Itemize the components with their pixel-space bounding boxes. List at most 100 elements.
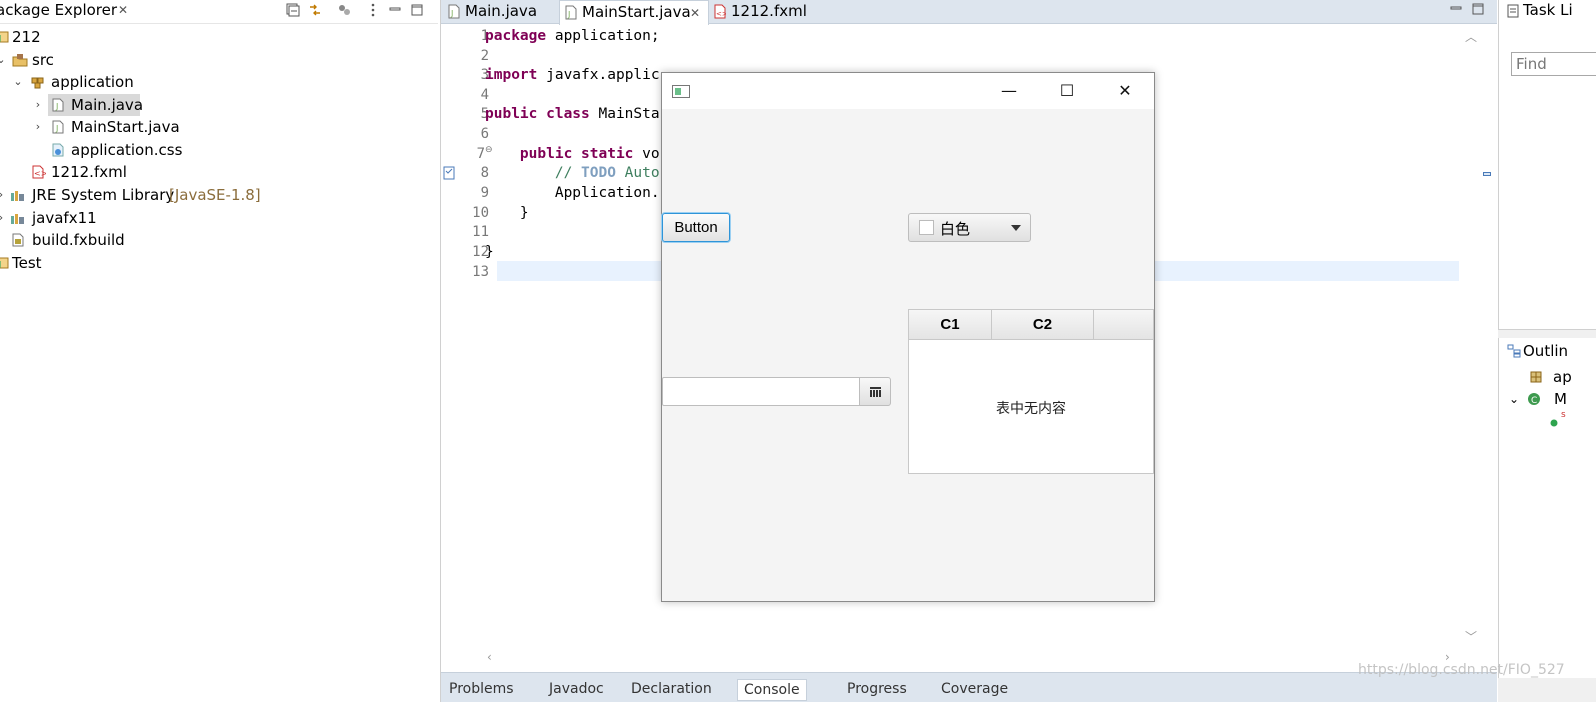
overview-marker[interactable] [1483,172,1491,176]
line-number: 5 [480,106,489,122]
task-marker-icon[interactable] [443,166,455,180]
vertical-scrollbar[interactable]: ︿ ﹀ [1461,24,1491,650]
line-number: 7 [476,146,485,162]
svg-text:<>: <> [716,10,726,18]
tab-console[interactable]: Console [737,679,807,701]
date-picker-input[interactable] [662,377,862,406]
code-line: public class MainSta [485,106,660,122]
svg-text:J: J [55,124,58,133]
tree-item-application-package[interactable]: ⌄ application [0,71,220,93]
tab-declaration[interactable]: Declaration [631,681,712,697]
scroll-up-icon[interactable]: ︿ [1465,28,1477,45]
package-icon [1530,371,1542,383]
chevron-down-icon[interactable]: ⌄ [12,71,24,93]
fx-button[interactable]: Button [662,213,730,242]
svg-text:J: J [55,102,58,111]
svg-text:J: J [0,260,1,269]
filter-icon[interactable] [338,3,352,17]
column-header-c1[interactable]: C1 [909,310,992,340]
java-file-icon: J [448,4,460,19]
close-icon[interactable]: ✕ [118,3,128,17]
app-icon [672,85,690,98]
scroll-down-icon[interactable]: ﹀ [1465,628,1477,645]
panel-title: Outlin [1523,342,1569,360]
tree-item-application-css[interactable]: application.css [0,139,200,161]
line-number: 2 [480,48,489,64]
svg-text:C: C [1531,396,1537,406]
tree-item-project-212[interactable]: J 212 [0,26,200,48]
task-list-panel: Task Li Find [1498,0,1596,330]
chevron-right-icon[interactable]: › [0,207,7,229]
method-icon [1550,419,1558,427]
color-swatch [919,220,934,235]
link-with-editor-icon[interactable] [308,3,322,17]
window-content: Button 白色 C1 C2 表中无内容 [662,109,1154,601]
maximize-icon[interactable] [1471,2,1485,16]
minimize-icon[interactable] [388,3,402,17]
maximize-button[interactable]: ☐ [1044,73,1090,109]
package-explorer-header: ackage Explorer ✕ [0,0,438,24]
tree-item-src[interactable]: ⌄ src [0,49,200,71]
line-number: 9 [480,185,489,201]
tree-item-build-fxbuild[interactable]: build.fxbuild [0,229,200,251]
outline-item-class[interactable]: M [1554,390,1567,408]
outline-item-method[interactable]: s [1561,410,1566,420]
minimize-icon[interactable] [1449,2,1463,16]
chevron-down-icon[interactable]: ⌄ [0,49,7,71]
code-line: package application; [485,28,660,44]
chevron-right-icon[interactable]: › [32,116,44,138]
tree-item-main-java[interactable]: › J Main.java [0,94,160,116]
chevron-down-icon[interactable]: ⌄ [1509,392,1519,406]
column-header-c2[interactable]: C2 [992,310,1094,340]
line-number: 12 [472,244,489,260]
collapse-all-icon[interactable] [286,3,300,17]
tab-coverage[interactable]: Coverage [941,681,1008,697]
outline-item-package[interactable]: ap [1553,368,1572,386]
scroll-left-icon[interactable]: ‹ [487,650,492,664]
table-header: C1 C2 [909,310,1153,340]
source-folder-icon [12,54,28,67]
window-title-bar[interactable]: — ☐ ✕ [662,73,1154,109]
java-file-icon: J [565,5,577,20]
horizontal-scrollbar[interactable]: ‹ › [485,650,1461,668]
color-picker[interactable]: 白色 [908,213,1031,242]
close-icon[interactable]: ✕ [690,2,700,24]
close-button[interactable]: ✕ [1102,73,1148,109]
svg-text:<>: <> [34,169,46,178]
view-menu-icon[interactable] [366,3,380,17]
chevron-right-icon[interactable]: › [0,184,7,206]
tab-javadoc[interactable]: Javadoc [549,681,604,697]
chevron-right-icon[interactable]: › [32,94,44,116]
tab-problems[interactable]: Problems [449,681,514,697]
tree-item-jre-library[interactable]: › JRE System Library [JavaSE-1.8] [0,184,300,206]
fxbuild-file-icon [12,233,24,247]
table-view[interactable]: C1 C2 表中无内容 [908,309,1154,474]
tab-1212-fxml[interactable]: <> 1212.fxml [709,0,819,24]
editor-tab-bar: J Main.java J MainStart.java ✕ <> 1212.f… [441,0,1497,25]
task-list-icon [1507,4,1519,18]
code-line: import javafx.applic [485,67,660,83]
tree-item-javafx11[interactable]: › javafx11 [0,207,200,229]
library-icon [11,191,24,201]
code-line: Application. [485,185,660,201]
svg-text:J: J [0,34,1,43]
watermark: https://blog.csdn.net/FIO_527 [1358,662,1565,678]
tree-item-1212-fxml[interactable]: <> 1212.fxml [0,161,200,183]
tab-mainstart-java[interactable]: J MainStart.java ✕ [559,0,709,25]
line-number: 11 [472,224,489,240]
tab-main-java[interactable]: J Main.java [443,0,557,24]
svg-text:J: J [567,10,570,19]
css-file-icon [52,143,64,157]
tree-item-mainstart-java[interactable]: › J MainStart.java [0,116,200,138]
code-line: } [485,244,494,260]
tab-progress[interactable]: Progress [847,681,907,697]
line-number: 13 [472,264,489,280]
tree-item-project-test[interactable]: J Test [0,252,200,274]
date-picker-button[interactable] [859,377,891,406]
code-line: public static vo [485,146,660,162]
minimize-button[interactable]: — [986,73,1032,109]
line-number: 6 [480,126,489,142]
maximize-icon[interactable] [410,3,424,17]
bottom-views-tab-bar: Problems Javadoc Declaration Console Pro… [441,672,1497,702]
find-input[interactable]: Find [1511,52,1596,76]
